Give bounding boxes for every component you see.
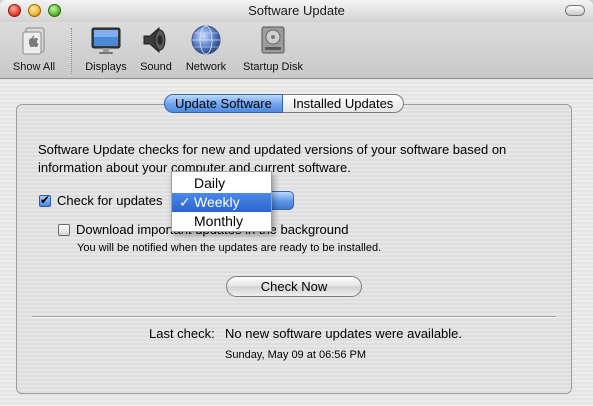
- frequency-dropdown-menu: Daily ✓ Weekly Monthly: [171, 171, 272, 232]
- toolbar-toggle-button[interactable]: [565, 5, 585, 16]
- toolbar-label-sound: Sound: [140, 61, 172, 73]
- tab-bar: Update Software Installed Updates: [164, 94, 405, 114]
- software-update-window: Software Update Show All Displays Sound …: [0, 0, 593, 406]
- description-text: Software Update checks for new and updat…: [38, 142, 507, 175]
- toolbar-separator: [71, 28, 72, 74]
- menu-item-weekly-label: Weekly: [194, 194, 240, 210]
- hard-disk-icon: [257, 24, 289, 56]
- menu-item-monthly-label: Monthly: [194, 213, 244, 229]
- frequency-popup-arrow[interactable]: [270, 191, 294, 210]
- check-now-button[interactable]: Check Now: [226, 276, 362, 297]
- last-check-status: No new software updates were available.: [225, 326, 463, 341]
- checkmark-icon: ✓: [179, 194, 191, 210]
- last-check-date: Sunday, May 09 at 06:56 PM: [225, 349, 367, 361]
- speaker-icon: [140, 24, 172, 56]
- toolbar-label-show-all: Show All: [12, 61, 56, 73]
- menu-item-daily[interactable]: Daily: [172, 174, 271, 193]
- tab-update-software[interactable]: Update Software: [164, 94, 283, 113]
- toolbar-label-startup-disk: Startup Disk: [243, 61, 303, 73]
- toolbar-label-network: Network: [185, 61, 227, 73]
- toolbar: Show All Displays Sound Network Startup …: [0, 22, 593, 79]
- download-note: You will be notified when the updates ar…: [77, 242, 382, 254]
- check-for-updates-checkbox[interactable]: [39, 193, 51, 207]
- menu-item-weekly[interactable]: ✓ Weekly: [172, 193, 271, 212]
- toolbar-displays[interactable]: Displays: [82, 24, 130, 73]
- menu-item-monthly[interactable]: Monthly: [172, 212, 271, 231]
- title-bar[interactable]: Software Update: [0, 0, 593, 22]
- section-divider: [32, 316, 556, 318]
- toolbar-show-all[interactable]: Show All: [9, 24, 59, 73]
- window-title: Software Update: [248, 3, 345, 18]
- check-for-updates-label: Check for updates: [57, 193, 163, 208]
- tab-installed-updates[interactable]: Installed Updates: [282, 94, 405, 113]
- display-icon: [90, 24, 122, 56]
- globe-icon: [190, 24, 222, 56]
- toolbar-startup-disk[interactable]: Startup Disk: [238, 24, 308, 73]
- download-background-checkbox[interactable]: [58, 224, 70, 236]
- last-check-label: Last check:: [149, 326, 215, 341]
- apple-icon: [18, 24, 50, 56]
- toolbar-label-displays: Displays: [85, 61, 127, 73]
- toolbar-sound[interactable]: Sound: [136, 24, 176, 73]
- toolbar-network[interactable]: Network: [182, 24, 230, 73]
- menu-item-daily-label: Daily: [194, 175, 226, 191]
